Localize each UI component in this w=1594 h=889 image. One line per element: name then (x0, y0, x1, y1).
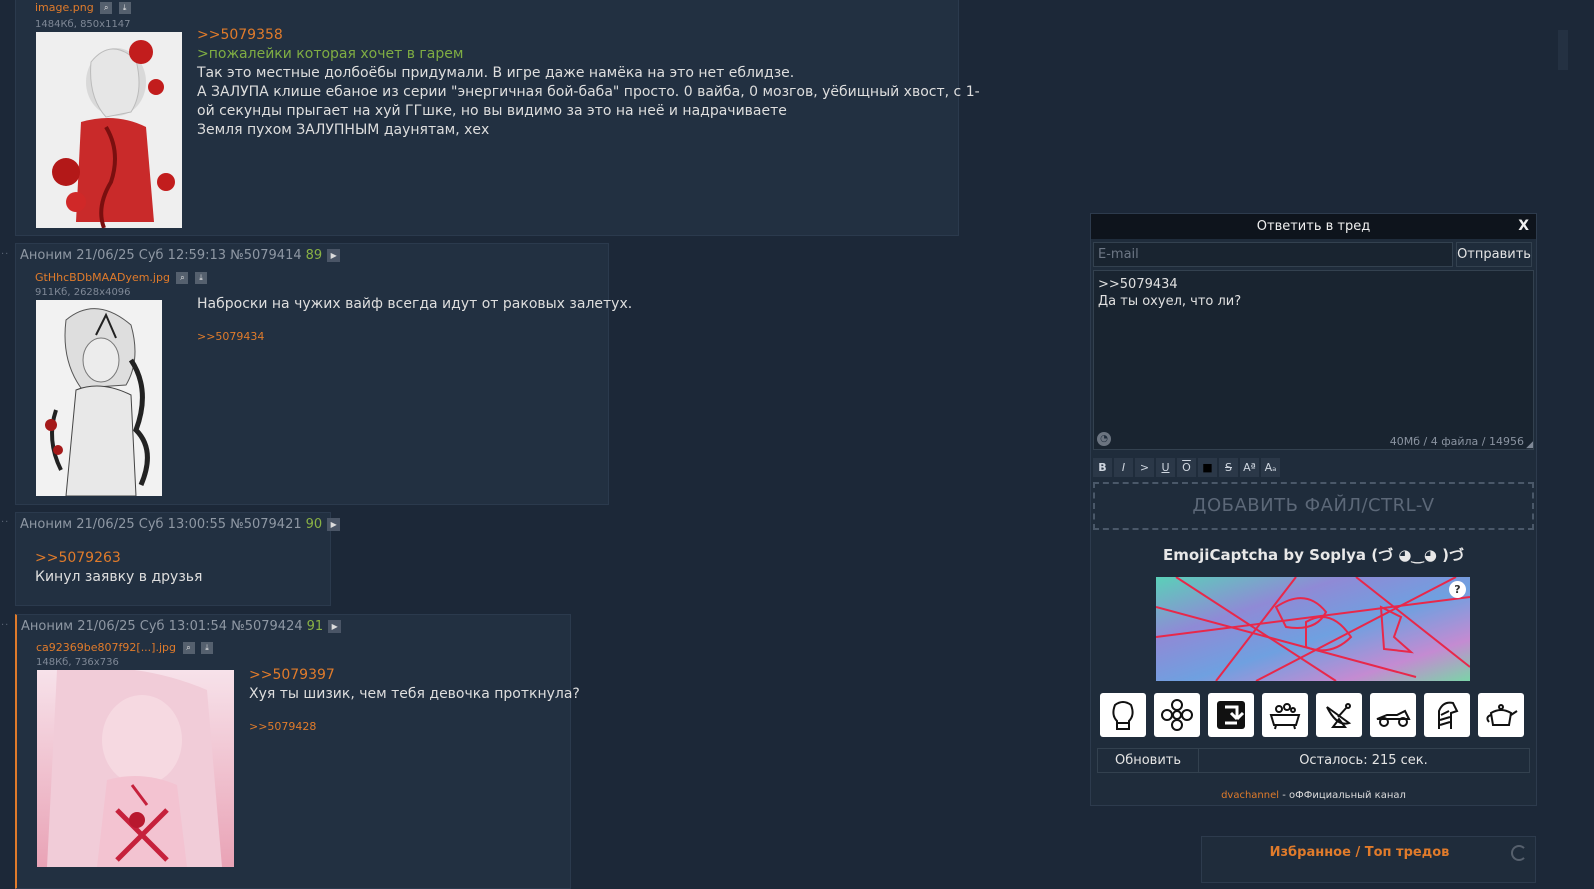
italic-button[interactable]: I (1114, 458, 1133, 477)
bathtub-icon[interactable] (1262, 693, 1308, 737)
text-line: Земля пухом ЗАЛУПНЫМ даунятам, хех (197, 122, 490, 138)
magnifier-icon[interactable]: ⌕ (182, 642, 195, 654)
comment-line: Да ты охуел, что ли? (1098, 294, 1242, 309)
channel-link[interactable]: dvachannel (1221, 790, 1279, 801)
file-name-link[interactable]: ca92369be807f92[...].jpg (36, 641, 176, 654)
post-meta: Аноним 21/06/25 Суб 13:01:54 №5079424 (21, 619, 303, 634)
text-line: ой секунды прыгает на хуй ГГшке, но вы в… (197, 103, 787, 119)
backlink[interactable]: >>5079428 (249, 720, 316, 733)
post-body: >>5079397 Хуя ты шизик, чем тебя девочка… (249, 666, 580, 704)
greentext-line: >пожалейки которая хочет в гарем (197, 46, 464, 62)
reply-form: Ответить в тред X Отправить >>5079434 Да… (1090, 213, 1537, 806)
spoiler-button[interactable]: ■ (1198, 458, 1217, 477)
file-name-link[interactable]: image.png (35, 1, 94, 14)
quote-button[interactable]: > (1135, 458, 1154, 477)
post-5079421: Аноним 21/06/25 Суб 13:00:55 №5079421 90 ▶… (15, 512, 341, 606)
bold-button[interactable]: B (1093, 458, 1112, 477)
play-icon[interactable]: ▶ (327, 518, 341, 531)
resize-handle-icon[interactable]: ◢ (1526, 440, 1533, 450)
captcha-refresh-button[interactable]: Обновить (1098, 749, 1199, 772)
post-number-in-thread: 89 (305, 248, 323, 263)
flower-icon[interactable] (1154, 693, 1200, 737)
captcha-emoji-row (1100, 693, 1532, 739)
file-meta: 1484Кб, 850x1147 (35, 19, 131, 30)
post-number-in-thread: 91 (306, 619, 324, 634)
satellite-dish-icon[interactable] (1316, 693, 1362, 737)
text-line: А ЗАЛУПА клише ебаное из серии "энергичн… (197, 84, 980, 100)
magnifier-icon[interactable]: ⌕ (100, 2, 113, 14)
post-meta: Аноним 21/06/25 Суб 13:00:55 №5079421 (20, 517, 302, 532)
captcha-title: EmojiCaptcha by Soplya (づ ◕‿◕ )づ (1162, 546, 1465, 564)
arrow-return-icon[interactable] (1208, 693, 1254, 737)
overline-button[interactable]: O (1177, 458, 1196, 477)
backlink[interactable]: >>5079434 (197, 330, 264, 343)
post-image-thumbnail[interactable] (37, 670, 234, 867)
file-name-link[interactable]: GtHhcBDbMAADyem.jpg (35, 271, 170, 284)
post-5079414: Аноним 21/06/25 Суб 12:59:13 №5079414 89 ▶… (15, 243, 632, 505)
timer-icon[interactable]: ◔ (1097, 432, 1111, 446)
post-header: Аноним 21/06/25 Суб 13:01:54 №5079424 91 ▶ (21, 619, 342, 634)
post-5079414-parent: image.png ⌕ ⤓ 1484Кб, 850x1147 >>5079358… (15, 0, 980, 236)
post-meta: Аноним 21/06/25 Суб 12:59:13 №5079414 (20, 248, 302, 263)
post-image-thumbnail[interactable] (36, 300, 162, 496)
refresh-icon[interactable] (1511, 845, 1527, 861)
favorites-label[interactable]: Избранное / Топ тредов (1202, 845, 1517, 860)
download-icon[interactable]: ⤓ (201, 642, 213, 654)
reply-form-titlebar[interactable]: Ответить в тред X (1091, 214, 1536, 239)
racing-car-icon[interactable] (1370, 693, 1416, 737)
send-button[interactable]: Отправить (1456, 242, 1532, 267)
boxing-glove-icon[interactable] (1100, 693, 1146, 737)
strikethrough-button[interactable]: S (1219, 458, 1238, 477)
reply-link[interactable]: >>5079397 (249, 666, 580, 685)
comment-textarea[interactable]: >>5079434 Да ты охуел, что ли? (1093, 270, 1534, 450)
file-meta: 148Кб, 736x736 (36, 657, 119, 668)
play-icon[interactable]: ▶ (328, 620, 342, 633)
underline-button[interactable]: U (1156, 458, 1175, 477)
file-info: ca92369be807f92[...].jpg ⌕ ⤓ (36, 641, 213, 654)
file-dropzone[interactable]: ДОБАВИТЬ ФАЙЛ/CTRL-V (1093, 482, 1534, 530)
superscript-button[interactable]: Aª (1240, 458, 1259, 477)
post-body: >>5079358 >пожалейки которая хочет в гар… (197, 26, 980, 140)
text-line: Хуя ты шизик, чем тебя девочка проткнула… (249, 686, 580, 702)
post-dots[interactable]: ·· (1, 249, 9, 260)
magnifier-icon[interactable]: ⌕ (176, 272, 189, 284)
captcha-timer: Осталось: 215 сек. (1299, 753, 1428, 768)
markup-toolbar: B I > U O ■ S Aª Aₐ (1093, 458, 1282, 478)
post-dots[interactable]: ·· (1, 620, 9, 631)
file-meta: 911Кб, 2628x4096 (35, 287, 131, 298)
email-field[interactable] (1093, 242, 1453, 267)
text-line: Наброски на чужих вайф всегда идут от ра… (197, 296, 633, 312)
subscript-button[interactable]: Aₐ (1261, 458, 1280, 477)
file-info: GtHhcBDbMAADyem.jpg ⌕ ⤓ (35, 271, 207, 284)
reply-form-title: Ответить в тред (1256, 219, 1371, 234)
side-scroll-handle[interactable] (1558, 30, 1568, 70)
post-body: Наброски на чужих вайф всегда идут от ра… (197, 295, 632, 314)
text-line: Кинул заявку в друзья (35, 569, 203, 585)
post-body: >>5079263 Кинул заявку в друзья (35, 549, 202, 587)
close-icon[interactable]: X (1518, 214, 1529, 239)
channel-line: dvachannel - оФФициальный канал (1091, 790, 1536, 801)
post-5079424: Аноним 21/06/25 Суб 13:01:54 №5079424 91 ▶… (15, 614, 580, 889)
text-line: Так это местные долбоёбы придумали. В иг… (197, 65, 795, 81)
file-info: image.png ⌕ ⤓ (35, 1, 131, 14)
download-icon[interactable]: ⤓ (118, 2, 131, 14)
zebra-icon[interactable] (1424, 693, 1470, 737)
channel-suffix: - оФФициальный канал (1279, 790, 1406, 801)
upload-limits: 40Мб / 4 файла / 14956 (1389, 435, 1524, 448)
post-image-thumbnail[interactable] (36, 32, 182, 228)
download-icon[interactable]: ⤓ (194, 272, 207, 284)
teapot-icon[interactable] (1478, 693, 1524, 737)
captcha-help-icon[interactable]: ? (1449, 581, 1466, 598)
favorites-panel[interactable]: Избранное / Топ тредов (1201, 836, 1536, 883)
post-header: Аноним 21/06/25 Суб 13:00:55 №5079421 90 ▶ (20, 517, 341, 532)
reply-link[interactable]: >>5079263 (35, 549, 202, 568)
play-icon[interactable]: ▶ (327, 249, 341, 262)
reply-link[interactable]: >>5079358 (197, 26, 980, 45)
post-header: Аноним 21/06/25 Суб 12:59:13 №5079414 89 ▶ (20, 248, 341, 263)
comment-line: >>5079434 (1098, 277, 1178, 292)
post-dots[interactable]: ·· (1, 517, 9, 528)
post-number-in-thread: 90 (305, 517, 323, 532)
captcha-image: ? (1156, 577, 1470, 681)
captcha-footer: Обновить Осталось: 215 сек. (1097, 748, 1530, 773)
